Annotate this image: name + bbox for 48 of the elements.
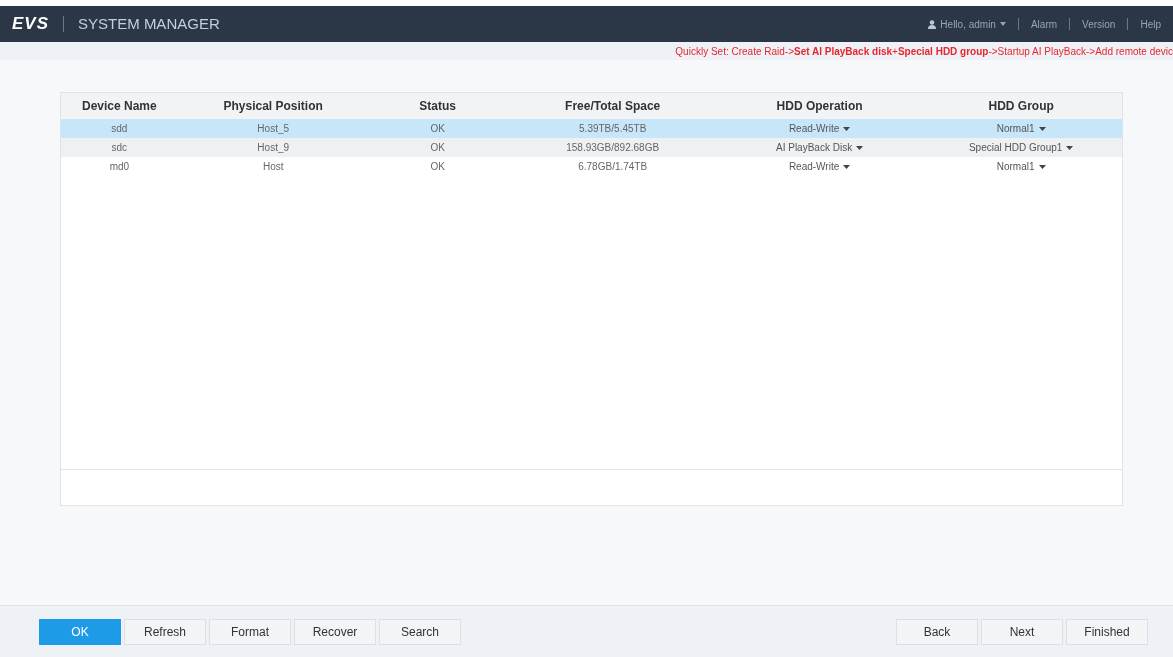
- table-cell-text: sdc: [111, 141, 128, 155]
- caret-icon: [1066, 145, 1074, 150]
- header-link[interactable]: Help: [1140, 16, 1161, 32]
- logo: EVS: [12, 13, 50, 36]
- table-row[interactable]: sdc Host_9 OK 158.93GB/892.68GB AI PlayBack Disk Special HDD Group1: [61, 138, 1122, 157]
- caret-icon: [843, 164, 851, 169]
- caret-icon: [1038, 126, 1046, 131]
- table-cell-text: md0: [109, 160, 130, 174]
- action-button[interactable]: Search: [379, 618, 461, 645]
- action-button[interactable]: Recover: [294, 618, 376, 645]
- caret-icon: [1038, 164, 1046, 169]
- caret-icon: [856, 145, 864, 150]
- table-cell-text: Host_9: [257, 141, 290, 155]
- dropdown[interactable]: Normal1: [996, 159, 1046, 174]
- dropdown[interactable]: Normal1: [996, 121, 1046, 136]
- column-header: HDD Group: [987, 98, 1055, 115]
- table-cell-text: Host: [262, 160, 284, 174]
- user-menu[interactable]: Hello, admin: [928, 16, 1006, 32]
- action-button[interactable]: Format: [209, 618, 291, 645]
- table-cell-text: OK: [430, 160, 445, 174]
- header-link[interactable]: Version: [1082, 16, 1116, 32]
- nav-button[interactable]: Back: [896, 618, 978, 645]
- dropdown[interactable]: AI PlayBack Disk: [776, 140, 864, 155]
- column-header: Device Name: [81, 98, 158, 115]
- table-cell-text: 158.93GB/892.68GB: [566, 141, 660, 155]
- caret-icon: [843, 126, 851, 131]
- app-title: SYSTEM MANAGER: [78, 13, 220, 34]
- table-cell-text: 5.39TB/5.45TB: [579, 122, 647, 136]
- table-cell-text: OK: [430, 141, 445, 155]
- caret-icon: [999, 22, 1006, 26]
- action-button[interactable]: Refresh: [124, 618, 206, 645]
- column-header: Free/Total Space: [564, 98, 662, 115]
- table-cell-text: sdd: [111, 122, 128, 136]
- dropdown[interactable]: Read-Write: [788, 121, 851, 136]
- dropdown[interactable]: Read-Write: [788, 159, 851, 174]
- header-link[interactable]: Alarm: [1030, 16, 1058, 32]
- column-header: HDD Operation: [775, 98, 864, 115]
- quick-setup-breadcrumb: Quickly Set: Create Raid->Set AI PlayBack disk+Special HDD group->Startup AI PlayBack->Add remote devic: [675, 44, 1173, 59]
- column-header: Status: [418, 98, 457, 115]
- table-row[interactable]: sdd Host_5 OK 5.39TB/5.45TB Read-Write Normal1: [61, 119, 1122, 138]
- table-cell-text: OK: [430, 122, 445, 136]
- table-cell-text: Host_5: [257, 122, 290, 136]
- dropdown[interactable]: Special HDD Group1: [968, 140, 1074, 155]
- nav-button[interactable]: Finished: [1066, 618, 1148, 645]
- nav-button[interactable]: Next: [981, 618, 1063, 645]
- user-icon: [928, 19, 937, 29]
- table-cell-text: 6.78GB/1.74TB: [578, 160, 648, 174]
- column-header: Physical Position: [222, 98, 324, 115]
